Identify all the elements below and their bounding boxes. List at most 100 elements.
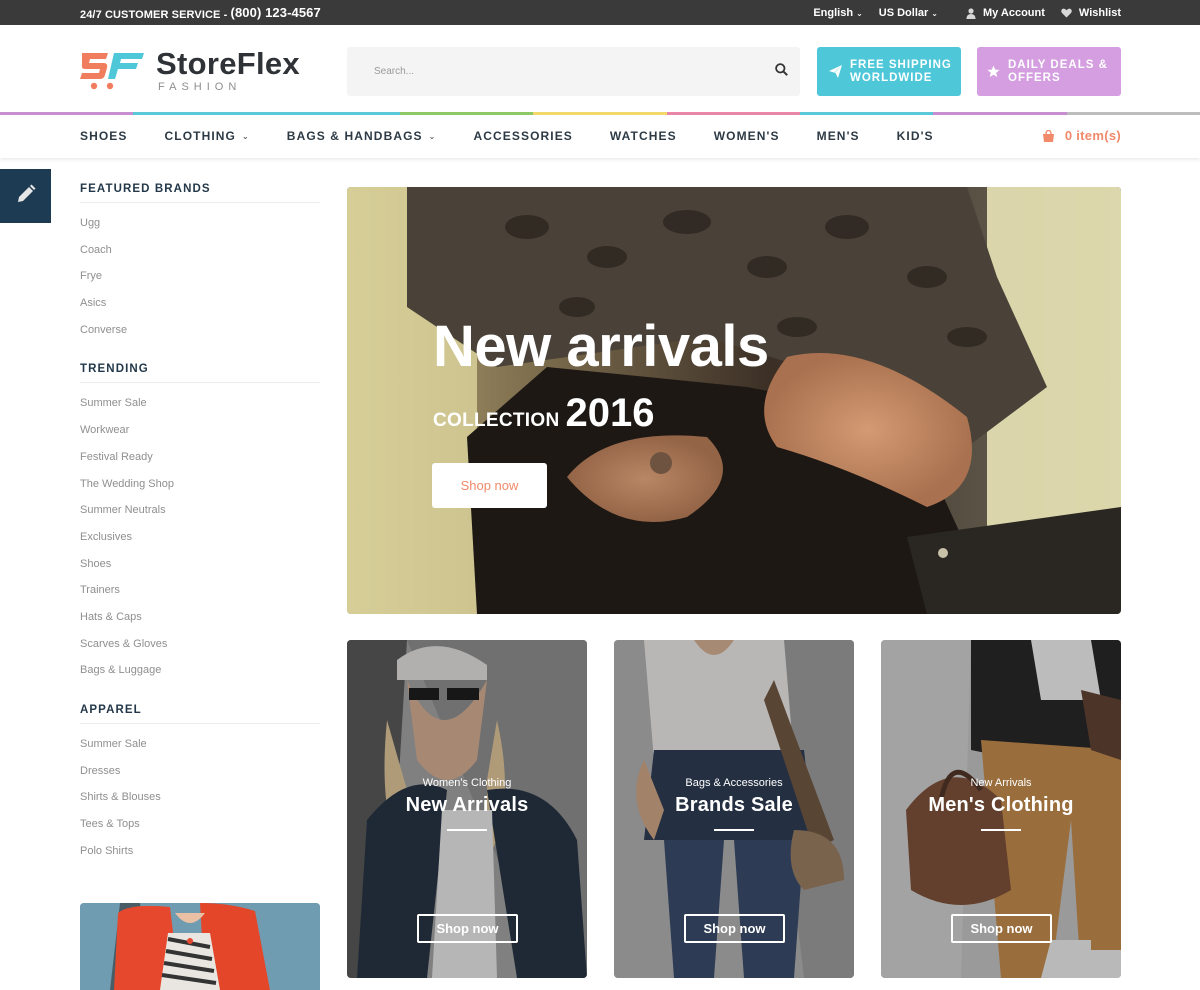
- star-icon: [987, 65, 1000, 78]
- chevron-down-icon: ⌄: [241, 131, 250, 141]
- brand-tagline: FASHION: [158, 81, 242, 93]
- shopping-bag-icon: [1042, 129, 1055, 142]
- nav-item-kid-s[interactable]: KID'S: [897, 129, 934, 143]
- sidebar-link[interactable]: The Wedding Shop: [80, 471, 320, 498]
- sidebar-link[interactable]: Converse: [80, 317, 320, 344]
- apparel-list: Summer Sale Dresses Shirts & Blouses Tees &…: [80, 731, 320, 864]
- apparel-section: APPAREL Summer Sale Dresses Shirts & Blous…: [80, 704, 320, 864]
- category-card-mens[interactable]: New Arrivals Men's Clothing Shop now: [881, 640, 1121, 978]
- nav-item-label: BAGS & HANDBAGS: [286, 129, 423, 143]
- wishlist-link[interactable]: Wishlist: [1061, 7, 1121, 19]
- sidebar-promo-image[interactable]: [80, 903, 320, 990]
- cart-logo-icon: [80, 49, 146, 91]
- divider: [447, 829, 487, 831]
- nav-item-label: MEN'S: [816, 129, 860, 143]
- hero-subtitle: COLLECTION 2016: [433, 391, 654, 436]
- nav-item-bags-handbags[interactable]: BAGS & HANDBAGS ⌄: [287, 129, 437, 143]
- currency-selector[interactable]: US Dollar ⌄: [879, 7, 938, 19]
- card-title: Men's Clothing: [928, 794, 1074, 816]
- card-shop-now-button[interactable]: Shop now: [684, 914, 785, 943]
- sidebar-link[interactable]: Polo Shirts: [80, 838, 320, 865]
- sidebar-link[interactable]: Frye: [80, 263, 320, 290]
- sidebar-link[interactable]: Scarves & Gloves: [80, 631, 320, 658]
- nav-item-watches[interactable]: WATCHES: [610, 129, 677, 143]
- chevron-down-icon: ⌄: [931, 8, 938, 18]
- card-title: Brands Sale: [675, 794, 793, 816]
- search-bar: [347, 47, 800, 96]
- paper-plane-icon: [829, 65, 842, 78]
- sidebar-link[interactable]: Summer Sale: [80, 731, 320, 758]
- sidebar-link[interactable]: Workwear: [80, 417, 320, 444]
- sidebar-link[interactable]: Trainers: [80, 577, 320, 604]
- hero-banner: New arrivals COLLECTION 2016 Shop now: [347, 187, 1121, 614]
- top-bar-links: English ⌄ US Dollar ⌄ My Account Wishlist: [797, 7, 1121, 19]
- sidebar-link[interactable]: Shoes: [80, 551, 320, 578]
- nav-item-clothing[interactable]: CLOTHING ⌄: [165, 129, 250, 143]
- nav-item-label: CLOTHING: [164, 129, 236, 143]
- hero-collection-label: COLLECTION: [433, 410, 560, 431]
- phone-number[interactable]: (800) 123-4567: [231, 5, 321, 20]
- sidebar-link[interactable]: Shirts & Blouses: [80, 784, 320, 811]
- card-subtitle: Women's Clothing: [422, 777, 512, 789]
- sidebar-link[interactable]: Summer Neutrals: [80, 497, 320, 524]
- divider: [981, 829, 1021, 831]
- sidebar-link[interactable]: Bags & Luggage: [80, 657, 320, 684]
- category-card-bags[interactable]: Bags & Accessories Brands Sale Shop now: [614, 640, 854, 978]
- sidebar-link[interactable]: Tees & Tops: [80, 811, 320, 838]
- trending-section: TRENDING Summer Sale Workwear Festival Rea…: [80, 363, 320, 684]
- nav-list: SHOES CLOTHING ⌄ BAGS & HANDBAGS ⌄ ACCESSORIE…: [80, 129, 971, 143]
- pencil-icon: [16, 184, 36, 209]
- free-shipping-banner[interactable]: FREE SHIPPING WORLDWIDE: [817, 47, 961, 96]
- hero-title: New arrivals: [433, 314, 769, 379]
- search-icon: [774, 63, 788, 81]
- card-subtitle: Bags & Accessories: [685, 777, 783, 789]
- card-shop-now-button[interactable]: Shop now: [951, 914, 1052, 943]
- heart-icon: [1061, 8, 1072, 18]
- card-title: New Arrivals: [405, 794, 529, 816]
- sidebar-link[interactable]: Dresses: [80, 758, 320, 785]
- logo[interactable]: StoreFlex FASHION: [80, 46, 300, 93]
- trending-title: TRENDING: [80, 363, 320, 384]
- my-account-link[interactable]: My Account: [966, 7, 1045, 19]
- nav-item-label: WATCHES: [609, 129, 677, 143]
- nav-item-label: WOMEN'S: [713, 129, 780, 143]
- user-icon: [966, 7, 976, 19]
- chevron-down-icon: ⌄: [428, 131, 437, 141]
- free-shipping-line1: FREE SHIPPING: [850, 58, 952, 71]
- nav-item-shoes[interactable]: SHOES: [80, 129, 128, 143]
- nav-item-label: SHOES: [80, 129, 128, 143]
- language-selector[interactable]: English ⌄: [813, 7, 862, 19]
- brand-name: StoreFlex: [156, 46, 300, 81]
- main-nav: SHOES CLOTHING ⌄ BAGS & HANDBAGS ⌄ ACCESSORIE…: [0, 115, 1200, 158]
- customer-service: 24/7 CUSTOMER SERVICE - (800) 123-4567: [80, 5, 321, 21]
- nav-item-accessories[interactable]: ACCESSORIES: [473, 129, 572, 143]
- nav-item-women-s[interactable]: WOMEN'S: [714, 129, 780, 143]
- customize-panel-toggle[interactable]: [0, 169, 51, 223]
- featured-brands-list: Ugg Coach Frye Asics Converse: [80, 210, 320, 343]
- cart-count: 0 item(s): [1064, 128, 1121, 143]
- language-label: English: [813, 7, 854, 19]
- daily-deals-banner[interactable]: DAILY DEALS & OFFERS: [977, 47, 1121, 96]
- sidebar-link[interactable]: Ugg: [80, 210, 320, 237]
- hero-shop-now-button[interactable]: Shop now: [432, 463, 547, 508]
- featured-brands-title: FEATURED BRANDS: [80, 183, 320, 203]
- sidebar-link[interactable]: Hats & Caps: [80, 604, 320, 631]
- my-account-label: My Account: [982, 7, 1045, 19]
- card-shop-now-button[interactable]: Shop now: [417, 914, 518, 943]
- currency-label: US Dollar: [878, 7, 929, 19]
- nav-item-men-s[interactable]: MEN'S: [817, 129, 860, 143]
- customer-service-label: 24/7 CUSTOMER SERVICE -: [80, 9, 231, 21]
- daily-deals-line2: OFFERS: [1008, 71, 1061, 84]
- search-input[interactable]: [347, 47, 757, 96]
- top-bar: 24/7 CUSTOMER SERVICE - (800) 123-4567 E…: [0, 0, 1200, 25]
- sidebar-link[interactable]: Exclusives: [80, 524, 320, 551]
- sidebar-link[interactable]: Summer Sale: [80, 390, 320, 417]
- search-button[interactable]: [772, 63, 790, 81]
- cart-link[interactable]: 0 item(s): [1042, 128, 1121, 143]
- chevron-down-icon: ⌄: [856, 8, 863, 18]
- sidebar-link[interactable]: Coach: [80, 237, 320, 264]
- category-card-womens[interactable]: Women's Clothing New Arrivals Shop now: [347, 640, 587, 978]
- sidebar-link[interactable]: Asics: [80, 290, 320, 317]
- sidebar: FEATURED BRANDS Ugg Coach Frye Asics Convers…: [80, 183, 320, 884]
- sidebar-link[interactable]: Festival Ready: [80, 444, 320, 471]
